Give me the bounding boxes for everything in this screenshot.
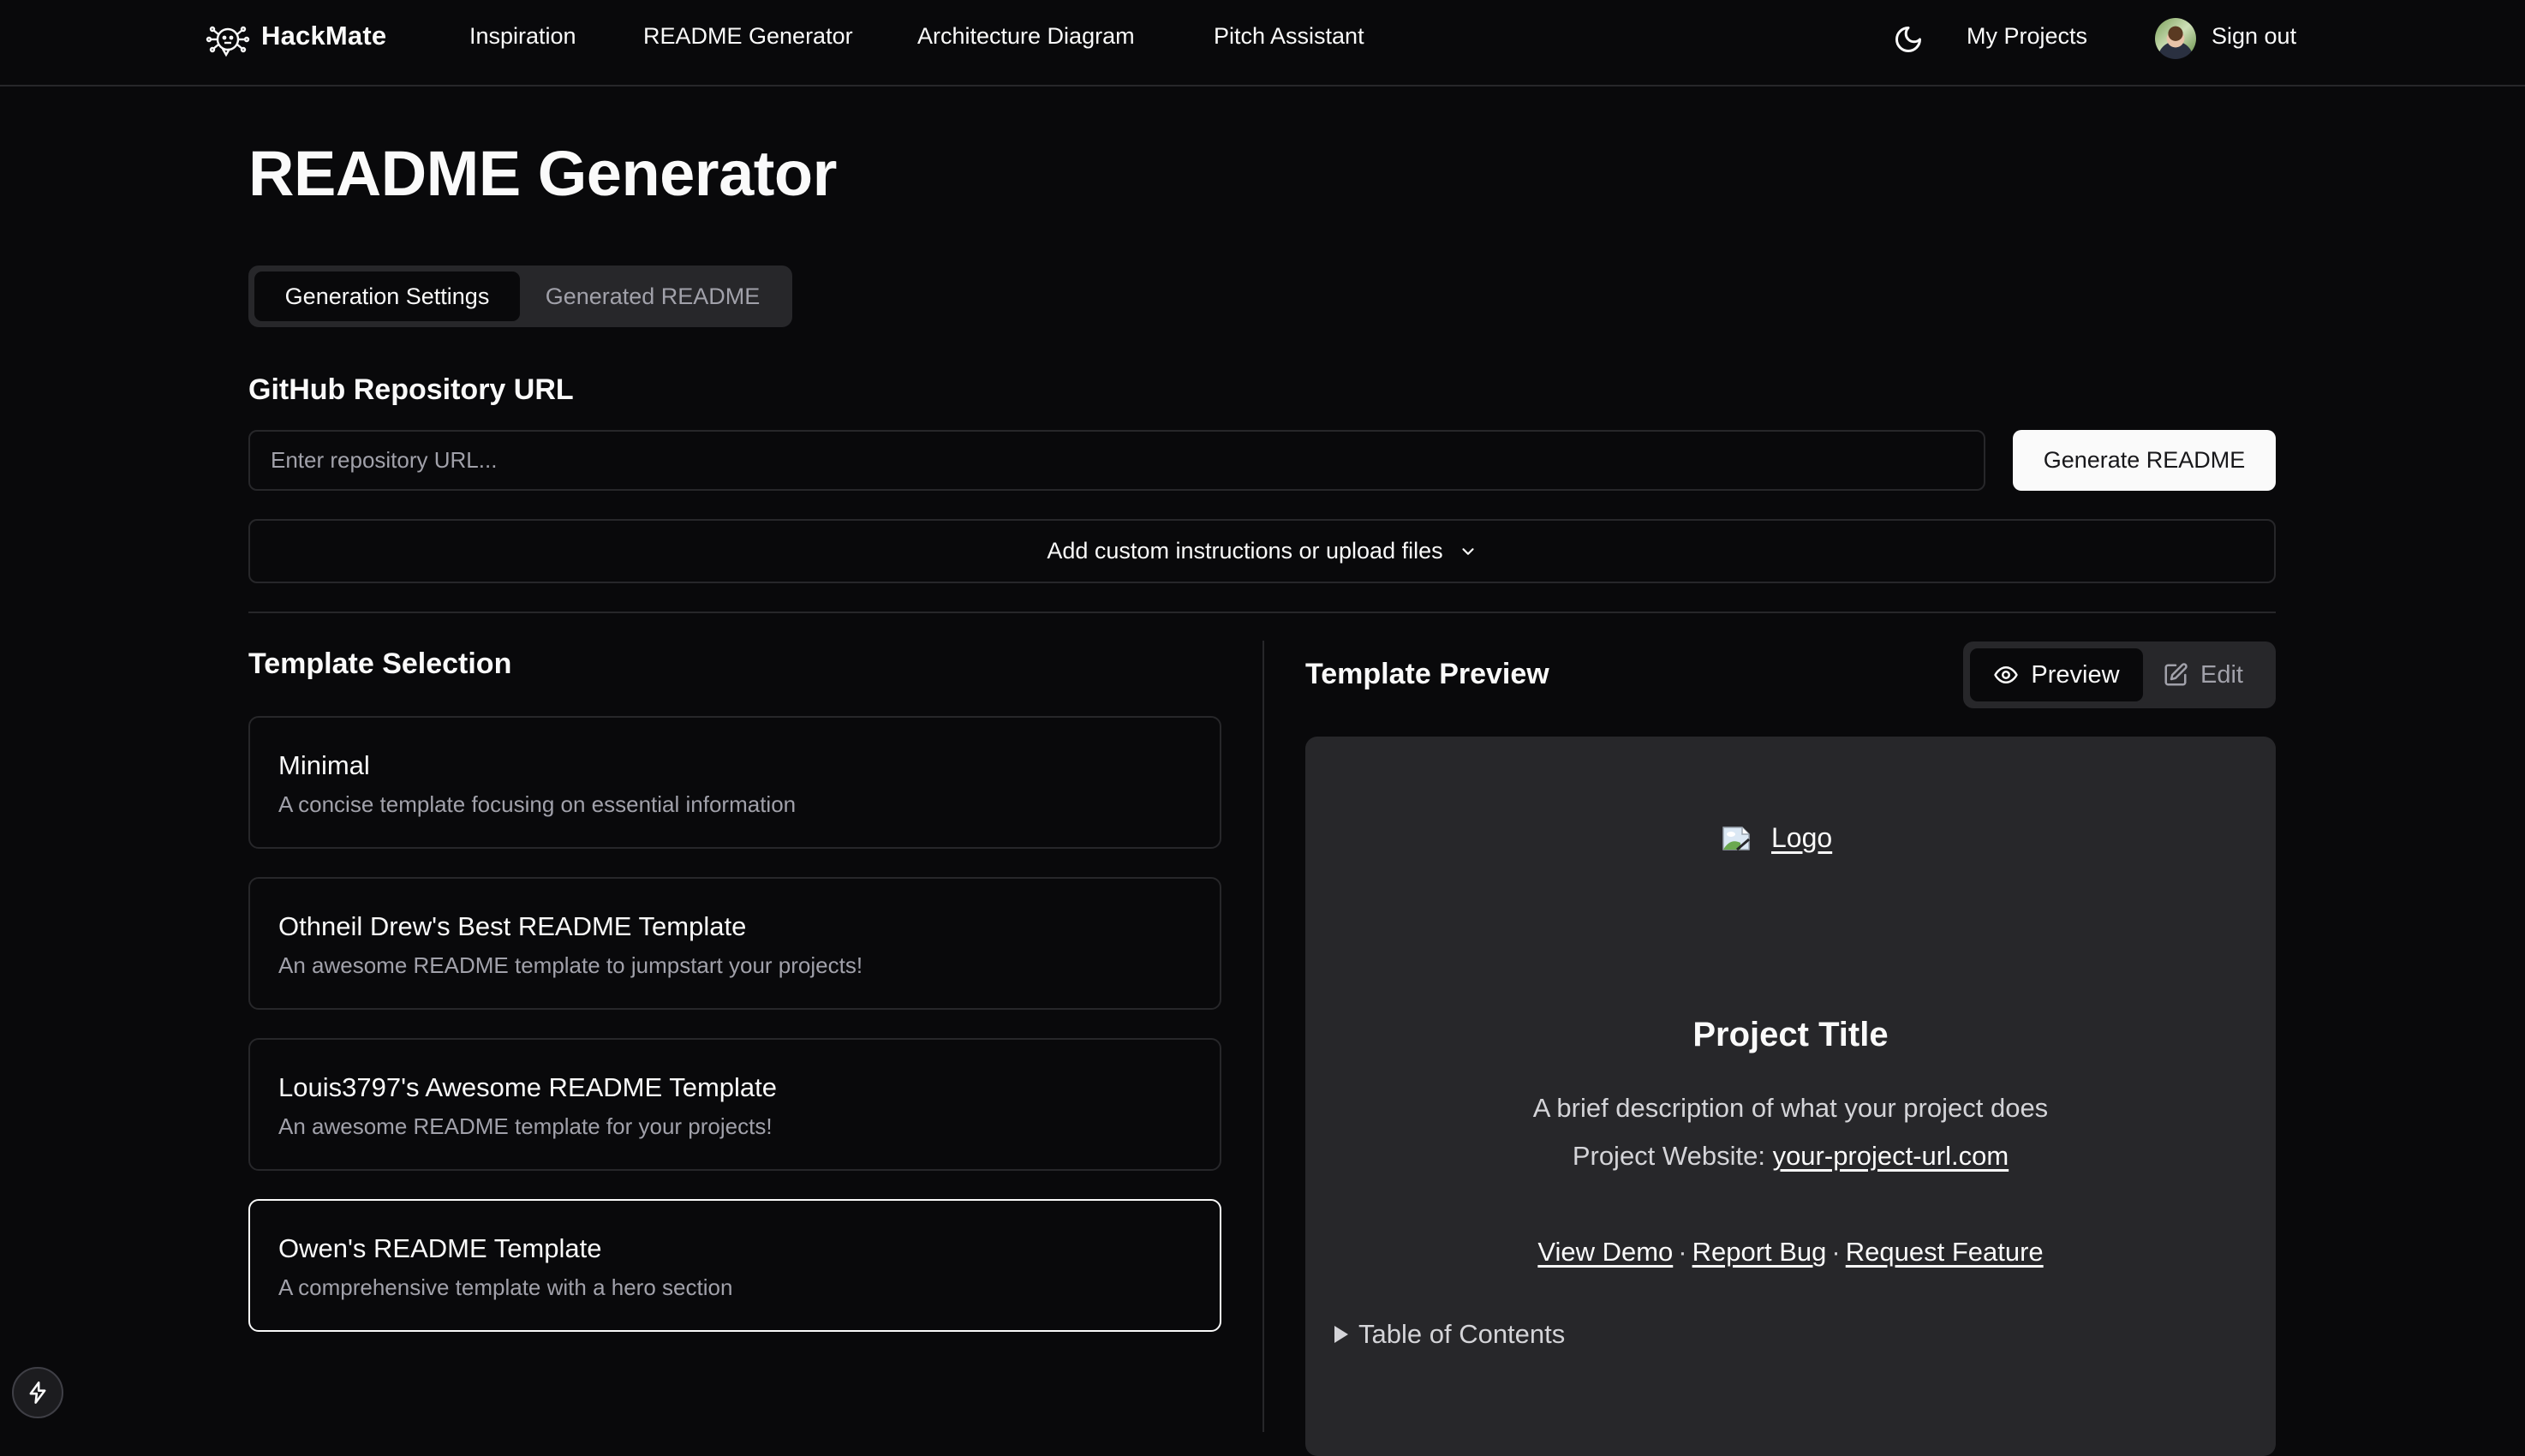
- preview-action-links: View Demo · Report Bug · Request Feature: [1305, 1237, 2276, 1268]
- repo-url-label: GitHub Repository URL: [248, 373, 574, 406]
- view-demo-link[interactable]: View Demo: [1537, 1237, 1673, 1267]
- template-card-description: An awesome README template for your proj…: [278, 1113, 773, 1139]
- preview-logo: Logo: [1722, 822, 1832, 854]
- my-projects-link[interactable]: My Projects: [1967, 23, 2087, 50]
- edit-mode-button[interactable]: Edit: [2143, 648, 2263, 701]
- preview-project-description: A brief description of what your project…: [1532, 1093, 2049, 1123]
- caret-right-icon: [1334, 1326, 1348, 1343]
- page-title: README Generator: [248, 138, 837, 209]
- template-preview-panel: Logo Project Title A brief description o…: [1305, 737, 2276, 1456]
- dev-tools-button[interactable]: [12, 1367, 63, 1418]
- template-card-title: Othneil Drew's Best README Template: [278, 911, 747, 941]
- preview-mode-label: Preview: [2031, 660, 2120, 689]
- top-navbar: HackMate Inspiration README Generator Ar…: [0, 0, 2525, 87]
- link-separator: ·: [1678, 1237, 1687, 1267]
- broken-image-icon: [1722, 826, 1750, 850]
- nav-readme-generator[interactable]: README Generator: [643, 23, 853, 50]
- template-selection-title: Template Selection: [248, 647, 512, 680]
- tab-generation-settings[interactable]: Generation Settings: [254, 272, 520, 321]
- lightning-icon: [29, 1381, 46, 1404]
- moon-icon[interactable]: [1893, 24, 1924, 55]
- template-card-title: Louis3797's Awesome README Template: [278, 1072, 778, 1102]
- preview-edit-toggle: Preview Edit: [1963, 641, 2276, 708]
- tab-generated-readme[interactable]: Generated README: [520, 272, 785, 321]
- preview-project-website: Project Website: your-project-url.com: [1305, 1141, 2276, 1172]
- column-divider: [1262, 641, 1264, 1432]
- template-card-description: An awesome README template to jumpstart …: [278, 952, 863, 978]
- link-separator: ·: [1831, 1237, 1841, 1267]
- eye-icon: [1994, 666, 2019, 683]
- preview-mode-button[interactable]: Preview: [1970, 648, 2143, 701]
- template-card-louis3797[interactable]: Louis3797's Awesome README Template An a…: [248, 1038, 1221, 1171]
- user-avatar[interactable]: [2155, 18, 2196, 59]
- template-card-title: Owen's README Template: [278, 1233, 602, 1263]
- nav-pitch-assistant[interactable]: Pitch Assistant: [1214, 23, 1364, 50]
- logo-link[interactable]: Logo: [1771, 822, 1832, 854]
- brand-name[interactable]: HackMate: [261, 21, 386, 51]
- section-divider: [248, 612, 2276, 613]
- sign-out-button[interactable]: Sign out: [2212, 23, 2296, 50]
- table-of-contents-toggle[interactable]: Table of Contents: [1333, 1319, 1565, 1350]
- table-of-contents-label: Table of Contents: [1358, 1319, 1566, 1349]
- main-tabs: Generation Settings Generated README: [248, 266, 792, 327]
- generate-readme-button[interactable]: Generate README: [2013, 430, 2276, 491]
- website-label: Project Website:: [1572, 1141, 1773, 1171]
- template-card-owen[interactable]: Owen's README Template A comprehensive t…: [248, 1199, 1221, 1332]
- template-card-othneil-drew[interactable]: Othneil Drew's Best README Template An a…: [248, 877, 1221, 1010]
- custom-instructions-toggle[interactable]: Add custom instructions or upload files: [248, 519, 2276, 583]
- edit-mode-label: Edit: [2200, 660, 2243, 689]
- template-card-description: A concise template focusing on essential…: [278, 791, 797, 817]
- nav-inspiration[interactable]: Inspiration: [469, 23, 576, 50]
- request-feature-link[interactable]: Request Feature: [1846, 1237, 2044, 1267]
- repo-url-input[interactable]: [248, 430, 1985, 491]
- website-link[interactable]: your-project-url.com: [1773, 1141, 2009, 1171]
- template-preview-title: Template Preview: [1305, 658, 1549, 690]
- template-card-title: Minimal: [278, 750, 370, 780]
- chevron-down-icon: [1462, 547, 1474, 555]
- preview-project-title: Project Title: [1692, 1016, 1889, 1053]
- nav-architecture-diagram[interactable]: Architecture Diagram: [917, 23, 1135, 50]
- report-bug-link[interactable]: Report Bug: [1692, 1237, 1827, 1267]
- edit-icon: [2164, 663, 2188, 686]
- template-card-description: A comprehensive template with a hero sec…: [278, 1274, 733, 1300]
- hackmate-logo-icon[interactable]: [206, 19, 250, 63]
- custom-instructions-label: Add custom instructions or upload files: [1047, 538, 1443, 564]
- template-card-minimal[interactable]: Minimal A concise template focusing on e…: [248, 716, 1221, 849]
